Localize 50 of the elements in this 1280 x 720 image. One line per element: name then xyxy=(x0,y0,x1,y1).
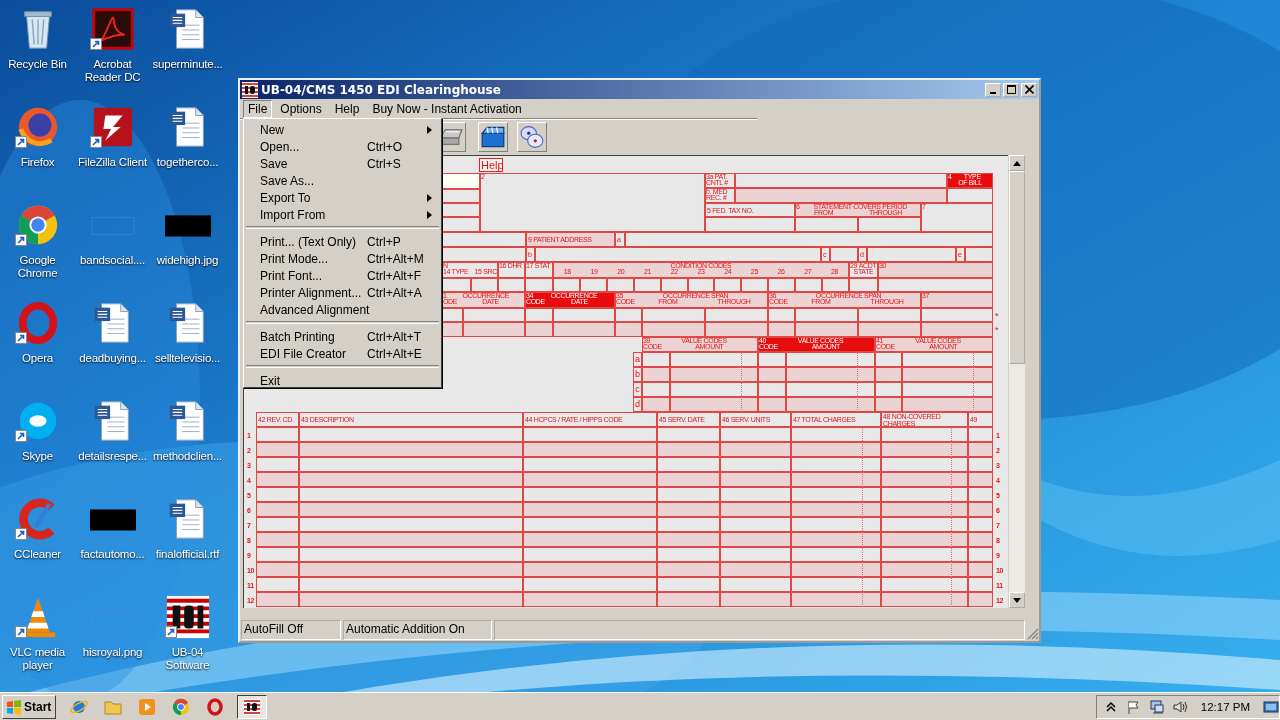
row-letter: c xyxy=(633,382,642,397)
row-letter: d xyxy=(633,397,642,412)
menu-item[interactable]: Print Mode... xyxy=(260,251,367,266)
start-button[interactable]: Start xyxy=(2,694,57,719)
menu-item[interactable]: New xyxy=(260,122,367,137)
desktop-shortcut[interactable]: bandsocial.... xyxy=(75,198,150,269)
menu-item[interactable]: Options xyxy=(275,100,327,118)
desktop-shortcut[interactable]: detailsrespe... xyxy=(75,394,150,465)
desktop-shortcut[interactable]: Firefox xyxy=(0,100,75,171)
row-letter: a xyxy=(633,352,642,367)
menu-item[interactable]: Print Font... xyxy=(260,268,367,283)
shortcut-text: Ctrl+Alt+F xyxy=(367,268,422,283)
shortcut-text: Ctrl+Alt+M xyxy=(367,251,425,266)
desktop-shortcut[interactable]: Acrobat Reader DC xyxy=(75,2,150,86)
menu-item[interactable]: Batch Printing xyxy=(260,329,367,344)
menu-item[interactable]: Buy Now - Instant Activation xyxy=(367,100,527,118)
shortcut-text: Ctrl+O xyxy=(367,139,403,154)
menu-item[interactable]: Import From xyxy=(260,207,367,222)
status-text: Automatic Addition On xyxy=(343,620,492,640)
row-letter: b xyxy=(633,367,642,382)
desktop-shortcut[interactable]: Opera xyxy=(0,296,75,367)
desktop-shortcut[interactable]: togetherco... xyxy=(150,100,225,171)
desktop-shortcut[interactable]: Skype xyxy=(0,394,75,465)
shortcut-text: Ctrl+Alt+A xyxy=(367,285,423,300)
menu-item[interactable]: Save xyxy=(260,156,367,171)
menu-item[interactable]: EDI File Creator xyxy=(260,346,367,361)
menu-item[interactable]: Save As... xyxy=(260,173,367,188)
shortcut-text: Ctrl+S xyxy=(367,156,402,171)
desktop-shortcut[interactable]: Google Chrome xyxy=(0,198,75,282)
asterisk-mark: * xyxy=(995,312,999,321)
desktop-shortcut[interactable]: superminute... xyxy=(150,2,225,73)
status-text: AutoFill Off xyxy=(241,620,341,640)
window-title: UB-04/CMS 1450 EDI Clearinghouse xyxy=(261,82,502,97)
desktop-shortcut[interactable]: deadbuying... xyxy=(75,296,150,367)
desktop-shortcut[interactable]: FileZilla Client xyxy=(75,100,150,171)
desktop-shortcut[interactable]: widehigh.jpg xyxy=(150,198,225,269)
desktop-shortcut[interactable]: selltelevisio... xyxy=(150,296,225,367)
menu-item[interactable]: Help xyxy=(329,100,365,118)
desktop-shortcut[interactable]: Recycle Bin xyxy=(0,2,75,73)
menu-item[interactable]: Printer Alignment... xyxy=(260,285,367,300)
asterisk-mark: * xyxy=(995,326,999,335)
menu-item[interactable]: File xyxy=(243,100,273,118)
shortcut-text: Ctrl+Alt+E xyxy=(367,346,423,361)
shortcut-text: Ctrl+P xyxy=(367,234,402,249)
shortcut-text: Ctrl+Alt+T xyxy=(367,329,422,344)
menu-item[interactable]: Print... (Text Only) xyxy=(260,234,367,249)
menu-item[interactable]: Exit xyxy=(260,373,367,388)
menu-item[interactable]: Open... xyxy=(260,139,367,154)
clock[interactable]: 12:17 PM xyxy=(1200,700,1250,713)
menu-item[interactable]: Export To xyxy=(260,190,367,205)
